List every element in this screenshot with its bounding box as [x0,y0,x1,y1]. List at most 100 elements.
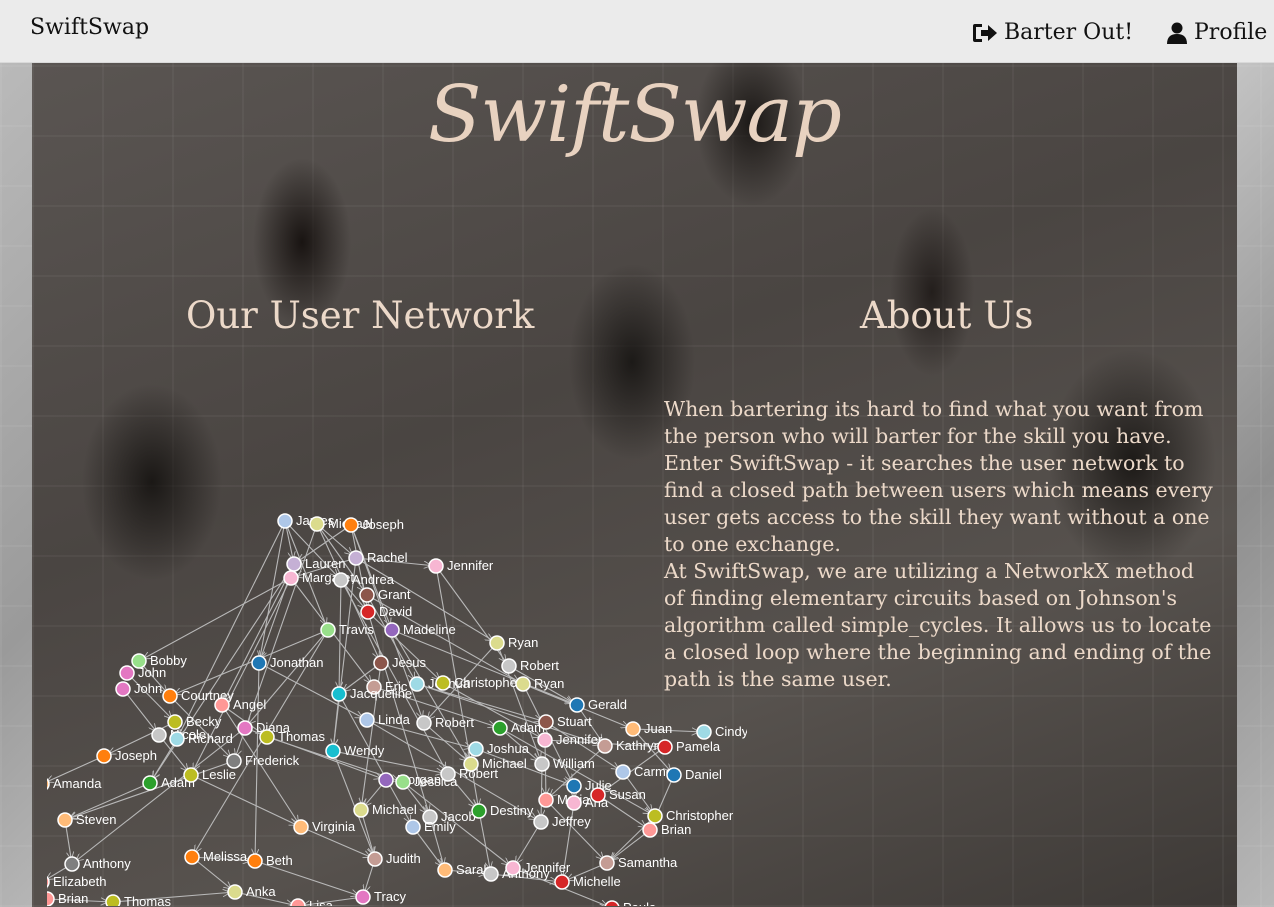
graph-node[interactable]: Andrea [333,572,395,588]
graph-node[interactable]: Joshua [468,741,530,757]
graph-node-circle[interactable] [226,753,242,769]
graph-node-circle[interactable] [286,556,302,572]
graph-node-circle[interactable] [492,720,508,736]
graph-node[interactable]: Elizabeth [47,874,106,889]
graph-node-circle[interactable] [251,655,267,671]
graph-node[interactable]: Jennifer [428,558,494,574]
graph-node-circle[interactable] [489,635,505,651]
graph-node[interactable]: Angel [214,697,266,713]
graph-node[interactable]: Amanda [47,776,102,791]
graph-node-circle[interactable] [367,851,383,867]
graph-node[interactable]: Sarah [437,862,491,878]
graph-node-circle[interactable] [96,748,112,764]
graph-node[interactable]: Grant [359,587,411,603]
graph-node-circle[interactable] [360,604,376,620]
graph-node[interactable]: Robert [416,715,474,731]
graph-node-circle[interactable] [57,812,73,828]
graph-node-circle[interactable] [657,739,673,755]
graph-node[interactable]: Jacqueline [331,686,412,702]
graph-node[interactable]: Anka [227,884,276,900]
graph-node-circle[interactable] [599,855,615,871]
graph-node-circle[interactable] [325,743,341,759]
graph-node-circle[interactable] [501,658,517,674]
graph-node-circle[interactable] [237,720,253,736]
graph-node-circle[interactable] [666,767,682,783]
graph-node-circle[interactable] [293,819,309,835]
graph-node[interactable]: Anthony [64,856,131,872]
graph-node[interactable]: Cindy [696,724,747,740]
user-network-graph[interactable]: James Michael Joseph Rachel Jennifer Lauren Ma… [47,506,747,906]
graph-node-circle[interactable] [416,715,432,731]
graph-node[interactable]: Jonathan [251,655,324,671]
graph-node[interactable]: James [277,513,335,529]
graph-node[interactable]: Gerald [569,697,627,713]
graph-node-circle[interactable] [515,676,531,692]
graph-node-circle[interactable] [538,714,554,730]
graph-node-circle[interactable] [283,570,299,586]
graph-node-circle[interactable] [277,513,293,529]
graph-node[interactable]: Jennifer [537,732,603,748]
graph-node[interactable]: Robert [440,766,498,782]
graph-node-circle[interactable] [142,775,158,791]
graph-node[interactable]: Virginia [293,819,356,835]
graph-node-circle[interactable] [395,774,411,790]
barter-out-link[interactable]: Barter Out! [972,20,1133,45]
graph-node[interactable]: Melissa [184,849,248,865]
graph-node-circle[interactable] [47,875,50,889]
graph-node[interactable]: Juan [625,721,672,737]
graph-node[interactable]: Frederick [226,753,300,769]
graph-node-circle[interactable] [409,676,425,692]
graph-node-circle[interactable] [435,675,451,691]
graph-node[interactable]: Jeffrey [533,814,591,830]
graph-node[interactable]: Linda [359,712,411,728]
graph-node-circle[interactable] [119,665,135,681]
graph-node[interactable]: Maria [538,792,590,808]
graph-node-circle[interactable] [534,756,550,772]
graph-node[interactable]: Leslie [183,767,236,783]
graph-node-circle[interactable] [47,777,50,791]
graph-node[interactable]: Julie [566,778,612,794]
graph-node-circle[interactable] [64,856,80,872]
graph-node-circle[interactable] [355,889,371,905]
graph-node[interactable]: Richard [169,731,233,747]
graph-node-circle[interactable] [642,822,658,838]
graph-node-circle[interactable] [505,860,521,876]
graph-node-circle[interactable] [437,862,453,878]
graph-node[interactable]: Lisa [290,898,334,906]
graph-node-circle[interactable] [373,655,389,671]
graph-node-circle[interactable] [384,622,400,638]
graph-node-circle[interactable] [405,819,421,835]
graph-node-circle[interactable] [566,795,582,811]
graph-node-circle[interactable] [105,894,121,906]
graph-node[interactable]: Judith [367,851,421,867]
graph-node-circle[interactable] [184,849,200,865]
graph-node-circle[interactable] [566,778,582,794]
graph-node[interactable]: Brian [642,822,691,838]
graph-node[interactable]: Joseph [96,748,157,764]
graph-node-circle[interactable] [440,766,456,782]
graph-node[interactable]: Jennifer [505,860,571,876]
graph-node-circle[interactable] [378,772,394,788]
graph-node[interactable]: Susan [590,787,646,803]
graph-node-circle[interactable] [343,517,359,533]
graph-node-circle[interactable] [647,808,663,824]
graph-node[interactable]: Stuart [538,714,592,730]
graph-node-circle[interactable] [169,731,185,747]
graph-node-circle[interactable] [604,900,620,906]
graph-node[interactable]: Emily [405,819,456,835]
graph-node-circle[interactable] [359,587,375,603]
graph-node[interactable]: Wendy [325,743,385,759]
graph-node-circle[interactable] [247,853,263,869]
graph-node[interactable]: Michelle [554,874,621,890]
graph-node[interactable]: Robert [501,658,559,674]
graph-node[interactable]: Paula [604,900,657,906]
graph-node[interactable]: Madeline [384,622,456,638]
graph-node[interactable]: Brian [47,891,88,906]
graph-node[interactable]: Beth [247,853,293,869]
graph-node-circle[interactable] [537,732,553,748]
graph-node[interactable]: David [360,604,412,620]
graph-node[interactable]: Pamela [657,739,721,755]
graph-node-circle[interactable] [47,891,55,906]
graph-node-circle[interactable] [162,688,178,704]
graph-node-circle[interactable] [428,558,444,574]
